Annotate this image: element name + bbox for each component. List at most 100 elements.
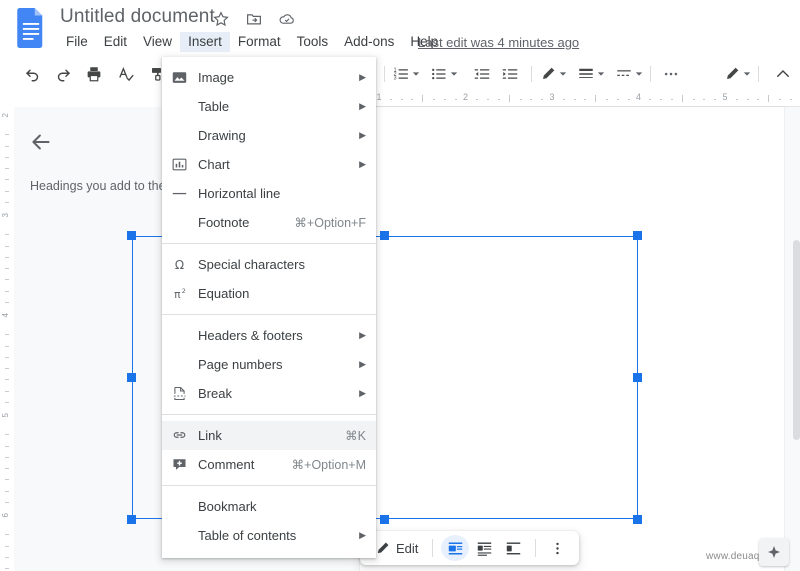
image-icon	[170, 69, 188, 87]
image-options-toolbar: Edit	[360, 531, 580, 565]
menu-item-equation[interactable]: π 2 Equation	[162, 279, 376, 308]
menu-item-chart[interactable]: Chart ▶	[162, 150, 376, 179]
ruler-tick-major	[681, 95, 683, 102]
redo-icon[interactable]	[48, 61, 78, 87]
back-arrow-icon[interactable]	[28, 129, 54, 155]
svg-text:2: 2	[181, 287, 185, 295]
document-title[interactable]: Untitled document	[60, 6, 215, 28]
document-page[interactable]	[127, 107, 784, 571]
menu-item-special-characters[interactable]: Ω Special characters	[162, 250, 376, 279]
ruler-number-vertical: 2	[1, 113, 10, 118]
toolbar-divider-3	[650, 66, 651, 82]
menu-item-bookmark[interactable]: Bookmark	[162, 492, 376, 521]
submenu-arrow-icon: ▶	[359, 130, 366, 140]
ruler-tick-vertical	[5, 456, 9, 458]
ruler-tick-vertical	[5, 356, 9, 358]
menu-item-label: Bookmark	[198, 499, 257, 514]
menu-item-label: Break	[198, 386, 232, 401]
print-icon[interactable]	[78, 61, 110, 87]
ruler-number: 5	[722, 92, 728, 102]
more-vertical-icon[interactable]	[544, 535, 571, 561]
document-canvas[interactable]	[127, 107, 800, 571]
menu-insert[interactable]: Insert	[180, 32, 230, 52]
ruler-tick-minor	[779, 99, 782, 100]
wrap-inline-icon[interactable]	[441, 535, 470, 561]
last-edit-link[interactable]: Last edit was 4 minutes ago	[418, 35, 579, 50]
menu-item-table[interactable]: Table ▶	[162, 92, 376, 121]
break-text-icon[interactable]	[500, 535, 527, 561]
svg-text:Ω: Ω	[174, 258, 183, 272]
menu-item-headers-footers[interactable]: Headers & footers ▶	[162, 321, 376, 350]
ruler-tick-vertical	[5, 145, 9, 147]
menu-view[interactable]: View	[135, 32, 180, 52]
menu-item-horizontal-line[interactable]: Horizontal line	[162, 179, 376, 208]
ruler-tick-vertical	[5, 156, 9, 158]
menu-item-page-numbers[interactable]: Page numbers ▶	[162, 350, 376, 379]
cloud-saved-icon[interactable]	[278, 10, 296, 28]
ruler-tick-minor	[454, 99, 457, 100]
border-weight-icon[interactable]	[577, 61, 605, 87]
ruler-tick-minor	[530, 99, 533, 100]
menu-item-label: Equation	[198, 286, 250, 301]
menu-item-drawing[interactable]: Drawing ▶	[162, 121, 376, 150]
move-to-folder-icon[interactable]	[245, 10, 263, 28]
menu-divider	[162, 314, 376, 315]
ruler-tick-major	[595, 95, 597, 102]
selection-handle-bottom-center[interactable]	[380, 515, 389, 524]
selection-handle-middle-right[interactable]	[633, 373, 642, 382]
ruler-tick-vertical	[5, 179, 9, 181]
increase-indent-icon[interactable]	[496, 61, 524, 87]
selection-handle-bottom-left[interactable]	[127, 515, 136, 524]
ruler-tick-minor	[670, 99, 673, 100]
submenu-arrow-icon: ▶	[359, 101, 366, 111]
menu-item-table-of-contents[interactable]: Table of contents ▶	[162, 521, 376, 550]
menu-item-break[interactable]: Break ▶	[162, 379, 376, 408]
ruler-tick-minor	[400, 99, 403, 100]
numbered-list-icon[interactable]: 1 2 3	[392, 61, 420, 87]
star-icon[interactable]	[212, 10, 230, 28]
insert-menu[interactable]: Image ▶ Table ▶ Drawing ▶ Chart ▶ Horizontal li…	[162, 57, 376, 558]
ruler-tick-vertical	[5, 168, 9, 169]
ruler-number-vertical: 6	[1, 513, 10, 518]
horizontal-line-icon	[170, 185, 188, 203]
spelling-check-icon[interactable]	[110, 61, 142, 87]
ruler-tick-minor	[714, 99, 717, 100]
selection-handle-bottom-right[interactable]	[633, 515, 642, 524]
selection-handle-top-right[interactable]	[633, 231, 642, 240]
ruler-tick-vertical	[5, 434, 9, 436]
toolbar-divider-1	[384, 66, 385, 82]
menu-item-comment[interactable]: Comment ⌘+Option+M	[162, 450, 376, 479]
menu-add-ons[interactable]: Add-ons	[336, 32, 402, 52]
more-options-icon[interactable]	[658, 61, 684, 87]
submenu-arrow-icon: ▶	[359, 159, 366, 169]
menu-format[interactable]: Format	[230, 32, 289, 52]
menu-item-label: Footnote	[198, 215, 250, 230]
menu-tools[interactable]: Tools	[289, 32, 337, 52]
editing-mode-icon[interactable]	[723, 61, 751, 87]
explore-button[interactable]	[759, 538, 789, 566]
vertical-scrollbar[interactable]	[793, 240, 800, 440]
bulleted-list-icon[interactable]	[430, 61, 458, 87]
selection-handle-top-left[interactable]	[127, 231, 136, 240]
hide-menus-icon[interactable]	[766, 61, 800, 87]
menu-item-footnote[interactable]: Footnote ⌘+Option+F	[162, 208, 376, 237]
wrap-text-icon[interactable]	[471, 535, 498, 561]
selection-handle-middle-left[interactable]	[127, 373, 136, 382]
border-dash-icon[interactable]	[615, 61, 643, 87]
ruler-tick-vertical	[5, 345, 9, 347]
vertical-ruler[interactable]: 2 3 4 5 6	[0, 107, 14, 571]
ruler-tick-vertical	[5, 279, 9, 281]
undo-icon[interactable]	[18, 61, 48, 87]
ruler-tick-minor	[703, 99, 706, 100]
border-color-icon[interactable]	[539, 61, 567, 87]
menu-edit[interactable]: Edit	[96, 32, 135, 52]
ruler-tick-major	[508, 95, 510, 102]
menu-file[interactable]: File	[58, 32, 96, 52]
image-edit-button[interactable]: Edit	[368, 535, 424, 561]
horizontal-ruler[interactable]: 1 2 3 4 5	[360, 90, 800, 107]
menu-item-image[interactable]: Image ▶	[162, 63, 376, 92]
ruler-tick-vertical	[5, 268, 9, 269]
decrease-indent-icon[interactable]	[468, 61, 496, 87]
menu-item-link[interactable]: Link ⌘K	[162, 421, 376, 450]
selection-handle-top-center[interactable]	[380, 231, 389, 240]
